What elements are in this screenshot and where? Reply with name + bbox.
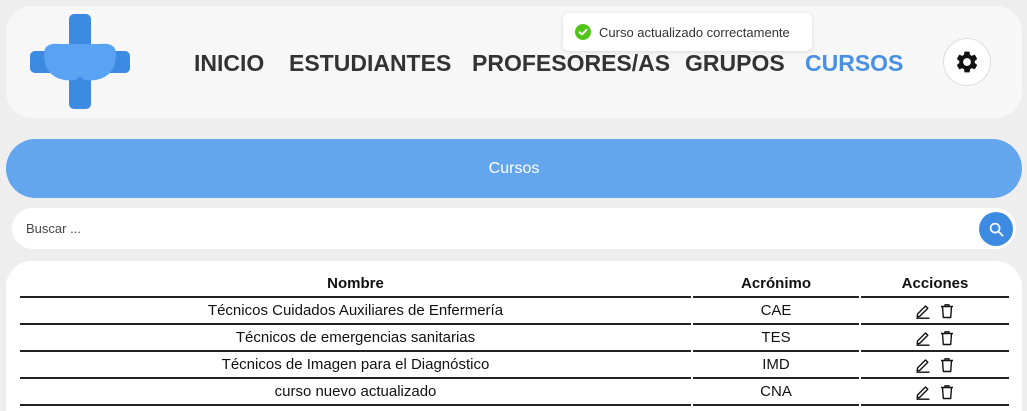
nav-item-estudiantes[interactable]: ESTUDIANTES [289,50,451,77]
search-bar [12,208,1016,249]
check-circle-icon [575,24,591,40]
cell-acronimo: IMD [693,352,859,379]
cell-nombre: Técnicos de Imagen para el Diagnóstico [20,352,691,379]
nav-item-cursos[interactable]: CURSOS [805,50,903,77]
top-navbar: INICIO ESTUDIANTES PROFESORES/AS GRUPOS … [6,6,1022,118]
cell-acciones [861,352,1009,379]
table-row: Técnicos de emergencias sanitarias TES [20,325,1009,352]
courses-table-card: Nombre Acrónimo Acciones Técnicos Cuidad… [6,261,1022,411]
table-header-row: Nombre Acrónimo Acciones [20,271,1009,298]
cell-acronimo: CNA [693,379,859,406]
logo-icon[interactable] [30,14,130,109]
success-toast: Curso actualizado correctamente [563,13,812,51]
nav-item-grupos[interactable]: GRUPOS [685,50,785,77]
trash-icon[interactable] [939,330,955,346]
cell-acciones [861,379,1009,406]
toast-message: Curso actualizado correctamente [599,24,790,40]
nav-item-inicio[interactable]: INICIO [194,50,264,77]
cell-acciones [861,325,1009,352]
edit-icon[interactable] [915,357,931,373]
search-input[interactable] [26,208,966,249]
cell-acciones [861,298,1009,325]
trash-icon[interactable] [939,357,955,373]
table-row: Técnicos Cuidados Auxiliares de Enfermer… [20,298,1009,325]
settings-button[interactable] [943,38,991,86]
edit-icon[interactable] [915,384,931,400]
trash-icon[interactable] [939,384,955,400]
edit-icon[interactable] [915,303,931,319]
cell-nombre: Técnicos Cuidados Auxiliares de Enfermer… [20,298,691,325]
gear-icon [956,51,978,73]
column-header-acciones: Acciones [861,271,1009,298]
table-row: Técnicos de Imagen para el Diagnóstico I… [20,352,1009,379]
cell-nombre: Técnicos de emergencias sanitarias [20,325,691,352]
cell-nombre: curso nuevo actualizado [20,379,691,406]
courses-table: Nombre Acrónimo Acciones Técnicos Cuidad… [18,271,1011,406]
edit-icon[interactable] [915,330,931,346]
trash-icon[interactable] [939,303,955,319]
page-title: Cursos [488,159,540,177]
page-banner: Cursos [6,139,1022,198]
column-header-nombre: Nombre [20,271,691,298]
column-header-acronimo: Acrónimo [693,271,859,298]
search-button[interactable] [979,212,1013,246]
table-row: curso nuevo actualizado CNA [20,379,1009,406]
nav-item-profesores[interactable]: PROFESORES/AS [472,50,670,77]
cell-acronimo: TES [693,325,859,352]
cell-acronimo: CAE [693,298,859,325]
search-icon [989,222,1003,236]
